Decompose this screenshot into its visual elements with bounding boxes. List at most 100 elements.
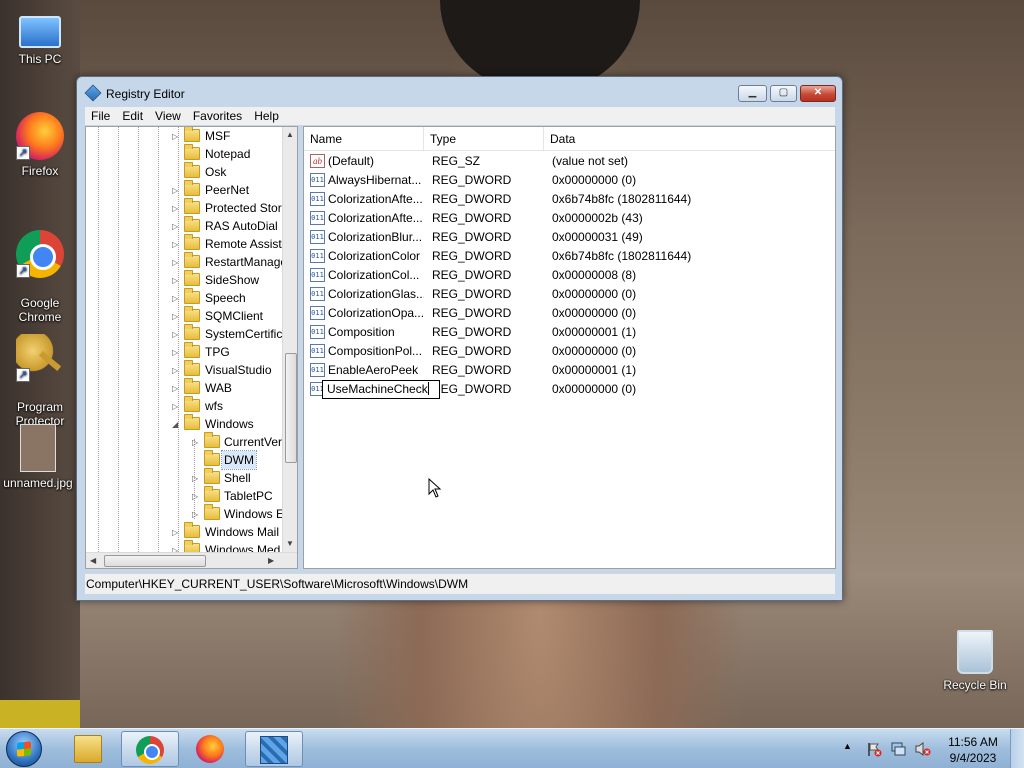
registry-value-row[interactable]: 011 EnableAeroPeek REG_DWORD 0x00000001 … [304, 361, 835, 380]
folder-icon [204, 468, 220, 484]
show-hidden-icons-arrow[interactable]: ▲ [843, 741, 852, 751]
expand-arrow-icon[interactable]: ▷ [172, 258, 181, 267]
expand-arrow-icon[interactable]: ▷ [172, 402, 181, 411]
expand-arrow-icon[interactable]: ▷ [172, 366, 181, 375]
menu-favorites[interactable]: Favorites [187, 107, 248, 125]
mouse-pointer-icon [428, 477, 442, 498]
registry-value-row[interactable]: 011 ColorizationCol... REG_DWORD 0x00000… [304, 266, 835, 285]
title-bar[interactable]: Registry Editor ▁ ▢ ✕ [77, 77, 842, 105]
desktop-icon-recycle-bin[interactable]: Recycle Bin [937, 630, 1013, 692]
expand-arrow-icon[interactable]: ▷ [172, 330, 181, 339]
scroll-down-arrow-icon[interactable]: ▼ [286, 539, 294, 548]
expand-arrow-icon[interactable]: ▷ [192, 474, 201, 483]
folder-icon [184, 144, 200, 160]
expand-arrow-icon[interactable]: ▷ [172, 240, 181, 249]
registry-value-row[interactable]: 011 ColorizationAfte... REG_DWORD 0x0000… [304, 209, 835, 228]
expand-arrow-icon[interactable]: ▷ [172, 294, 181, 303]
scroll-left-arrow-icon[interactable]: ◀ [90, 556, 96, 565]
registry-key-tree[interactable]: ▷ MSF Notepad Osk ▷ PeerNet ▷ Protected Sto… [85, 126, 298, 569]
registry-value-row[interactable]: 011 ColorizationOpa... REG_DWORD 0x00000… [304, 304, 835, 323]
taskbar-registry-editor[interactable] [245, 731, 303, 767]
registry-editor-window[interactable]: Registry Editor ▁ ▢ ✕ File Edit View Favori… [76, 76, 843, 601]
registry-value-row[interactable]: 011 ColorizationColor REG_DWORD 0x6b74b8… [304, 247, 835, 266]
taskbar-firefox[interactable] [182, 731, 240, 767]
expand-arrow-icon[interactable]: ▷ [192, 510, 201, 519]
expand-arrow-icon[interactable]: ▷ [172, 132, 181, 141]
image-file-icon [20, 424, 56, 472]
menu-edit[interactable]: Edit [116, 107, 149, 125]
volume-muted-icon[interactable] [914, 741, 932, 757]
binary-value-icon: 011 [310, 211, 325, 225]
registry-value-row[interactable]: 011 CompositionPol... REG_DWORD 0x000000… [304, 342, 835, 361]
tree-vertical-scrollbar[interactable]: ▲ ▼ [282, 127, 297, 552]
tree-horizontal-scrollbar[interactable]: ◀ ▶ [86, 552, 297, 568]
expand-arrow-icon[interactable]: ▷ [172, 186, 181, 195]
registry-value-row[interactable]: ab (Default) REG_SZ (value not set) [304, 152, 835, 171]
recycle-bin-icon [957, 630, 993, 674]
binary-value-icon: 011 [310, 363, 325, 377]
scroll-right-arrow-icon[interactable]: ▶ [268, 556, 274, 565]
folder-icon [184, 324, 200, 340]
taskbar-chrome[interactable] [121, 731, 179, 767]
expand-arrow-icon[interactable]: ▷ [172, 276, 181, 285]
show-desktop-button[interactable] [1010, 729, 1024, 768]
registry-value-row[interactable]: 011 ColorizationGlas... REG_DWORD 0x0000… [304, 285, 835, 304]
chrome-icon: ↗ [16, 230, 64, 278]
folder-icon [204, 432, 220, 448]
registry-value-row[interactable]: 011 Composition REG_DWORD 0x00000001 (1) [304, 323, 835, 342]
registry-value-row[interactable]: 011 ColorizationAfte... REG_DWORD 0x6b74… [304, 190, 835, 209]
folder-icon [184, 360, 200, 376]
registry-value-row-editing[interactable]: 011 REG_DWORD 0x00000000 (0) UseMachineC… [304, 380, 835, 399]
tree-guide-line [138, 127, 139, 552]
expand-arrow-icon[interactable]: ▷ [192, 438, 201, 447]
desktop-icon-unnamed-jpg[interactable]: unnamed.jpg [0, 424, 76, 490]
folder-icon [184, 288, 200, 304]
collapse-arrow-icon[interactable]: ◢ [172, 420, 181, 429]
column-header-name[interactable]: Name [304, 127, 424, 151]
chrome-icon [136, 736, 164, 764]
expand-arrow-icon[interactable]: ▷ [172, 348, 181, 357]
folder-open-icon [184, 414, 200, 430]
binary-value-icon: 011 [310, 287, 325, 301]
system-clock[interactable]: 11:56 AM 9/4/2023 [940, 735, 1006, 765]
expand-arrow-icon[interactable]: ▷ [172, 222, 181, 231]
expand-arrow-icon[interactable]: ▷ [172, 528, 181, 537]
expand-arrow-icon[interactable]: ▷ [172, 204, 181, 213]
folder-icon [204, 486, 220, 502]
menu-help[interactable]: Help [248, 107, 285, 125]
menu-view[interactable]: View [149, 107, 187, 125]
maximize-button[interactable]: ▢ [770, 85, 797, 102]
shortcut-arrow-icon: ↗ [16, 264, 30, 278]
registry-values-list[interactable]: Name Type Data ab (Default) REG_SZ (valu… [303, 126, 836, 569]
shortcut-arrow-icon: ↗ [16, 368, 30, 382]
expand-arrow-icon[interactable]: ▷ [192, 492, 201, 501]
desktop-icon-this-pc[interactable]: This PC [2, 10, 78, 66]
folder-icon [204, 504, 220, 520]
regedit-icon [84, 84, 102, 102]
status-bar: Computer\HKEY_CURRENT_USER\Software\Micr… [85, 573, 835, 594]
taskbar-file-explorer[interactable] [60, 731, 118, 767]
rename-value-input[interactable]: UseMachineCheck [322, 380, 440, 399]
registry-value-row[interactable]: 011 AlwaysHibernat... REG_DWORD 0x000000… [304, 171, 835, 190]
expand-arrow-icon[interactable]: ▷ [172, 384, 181, 393]
expand-arrow-icon[interactable]: ▷ [172, 312, 181, 321]
minimize-button[interactable]: ▁ [738, 85, 767, 102]
column-header-type[interactable]: Type [424, 127, 544, 151]
binary-value-icon: 011 [310, 249, 325, 263]
desktop-icon-firefox[interactable]: ↗ Firefox [2, 112, 78, 178]
column-header-data[interactable]: Data [544, 127, 835, 151]
scroll-thumb[interactable] [104, 555, 206, 567]
network-icon[interactable] [890, 741, 908, 757]
close-button[interactable]: ✕ [800, 85, 836, 102]
start-button[interactable] [6, 731, 42, 767]
clock-date: 9/4/2023 [949, 751, 997, 765]
binary-value-icon: 011 [310, 344, 325, 358]
folder-icon [184, 270, 200, 286]
desktop-icon-label: Recycle Bin [943, 678, 1007, 692]
binary-value-icon: 011 [310, 173, 325, 187]
menu-file[interactable]: File [85, 107, 116, 125]
scroll-up-arrow-icon[interactable]: ▲ [286, 130, 294, 139]
action-center-flag-icon[interactable] [866, 741, 882, 757]
registry-value-row[interactable]: 011 ColorizationBlur... REG_DWORD 0x0000… [304, 228, 835, 247]
scroll-thumb[interactable] [285, 353, 297, 463]
